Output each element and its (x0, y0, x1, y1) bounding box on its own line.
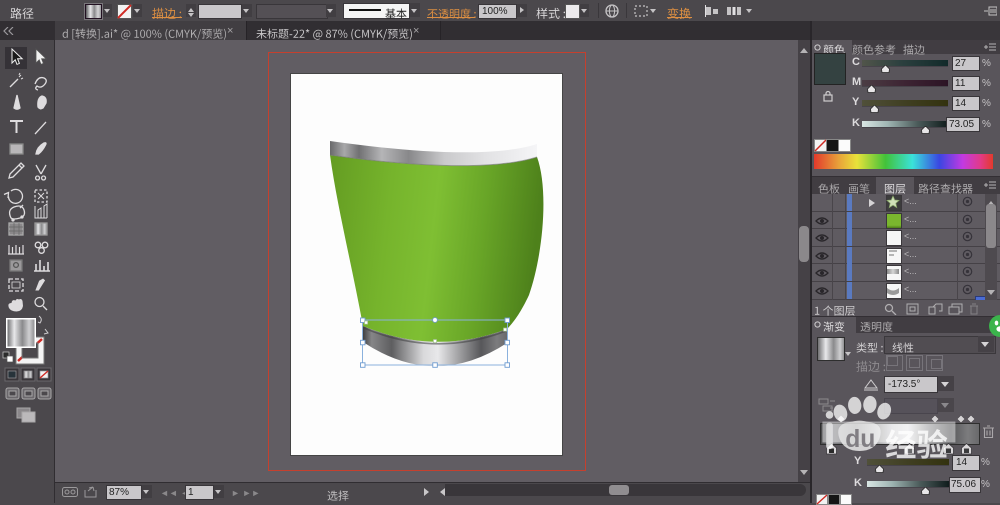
svg-text:du: du (845, 426, 875, 453)
